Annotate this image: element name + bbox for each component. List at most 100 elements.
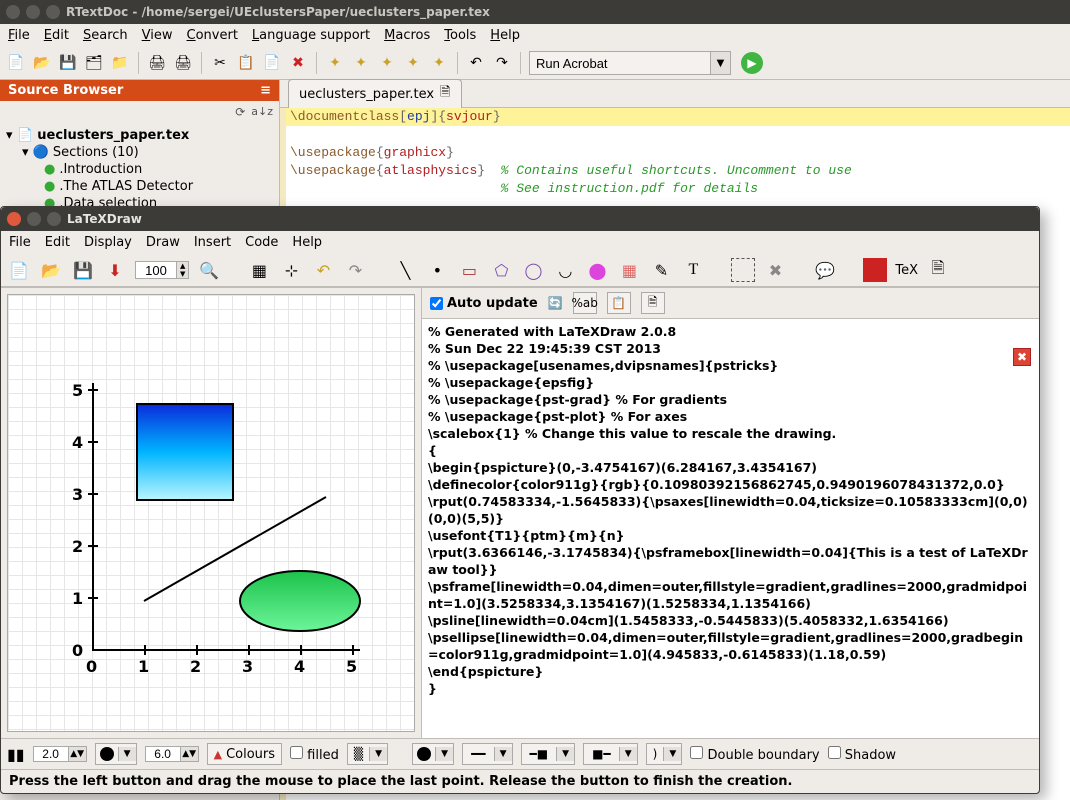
save-icon[interactable]: 💾 xyxy=(71,258,95,282)
stop-icon[interactable] xyxy=(863,258,887,282)
run-combo[interactable]: ▼ xyxy=(529,51,731,75)
zoom-input[interactable] xyxy=(136,263,176,278)
saveall-icon[interactable]: 🗂 xyxy=(84,53,104,73)
ldw-menu-display[interactable]: Display xyxy=(84,235,132,250)
ldw-menu-code[interactable]: Code xyxy=(245,235,278,250)
ldw-menu-insert[interactable]: Insert xyxy=(194,235,231,250)
menu-convert[interactable]: Convert xyxy=(187,28,238,43)
linewidth-input[interactable] xyxy=(34,747,68,761)
ab-button[interactable]: %ab xyxy=(573,292,597,314)
menu-help[interactable]: Help xyxy=(490,28,520,43)
panel-close-icon[interactable]: ✖ xyxy=(1013,348,1031,366)
wand1-icon[interactable]: ✦ xyxy=(325,53,345,73)
window-max-icon[interactable] xyxy=(47,212,61,226)
props-icon[interactable]: 💬 xyxy=(813,258,837,282)
line-tool-icon[interactable]: ╲ xyxy=(393,258,417,282)
menu-search[interactable]: Search xyxy=(83,28,128,43)
shape-ellipse[interactable] xyxy=(240,571,360,631)
wand3-icon[interactable]: ✦ xyxy=(377,53,397,73)
dot-tool-icon[interactable]: • xyxy=(425,258,449,282)
zoom-spinner[interactable]: ▲▼ xyxy=(135,261,189,279)
window-min-icon[interactable] xyxy=(27,212,41,226)
menu-macros[interactable]: Macros xyxy=(384,28,430,43)
ldw-menu-edit[interactable]: Edit xyxy=(45,235,70,250)
rtd-titlebar: RTextDoc - /home/sergei/UEclustersPaper/… xyxy=(0,0,1070,24)
select-tool-icon[interactable] xyxy=(731,258,755,282)
ellipse-tool-icon[interactable]: ◯ xyxy=(521,258,545,282)
arc-tool-icon[interactable]: ◡ xyxy=(553,258,577,282)
delete-icon[interactable]: ✖ xyxy=(288,53,308,73)
arrow-right-picker[interactable]: ■━▼ xyxy=(583,743,638,765)
chevron-down-icon[interactable]: ▼ xyxy=(710,52,730,74)
hatch-icon[interactable]: ▮▮ xyxy=(7,745,25,764)
window-min-icon[interactable] xyxy=(26,5,40,19)
shadow-checkbox[interactable]: Shadow xyxy=(828,746,896,763)
run-button[interactable]: ▶ xyxy=(741,52,763,74)
drawing-canvas[interactable]: 0 1 2 3 4 5 0 1 2 3 4 5 xyxy=(7,294,415,732)
zoom-icon[interactable]: 🔍 xyxy=(197,258,221,282)
double-checkbox[interactable]: Double boundary xyxy=(690,746,819,763)
run-input[interactable] xyxy=(530,54,710,73)
new-icon[interactable]: 📄 xyxy=(7,258,31,282)
cut-icon[interactable]: ✂ xyxy=(210,53,230,73)
folder-icon[interactable]: 📁 xyxy=(110,53,130,73)
axes-icon[interactable]: ⊹ xyxy=(279,258,303,282)
new-icon[interactable]: 📄 xyxy=(6,53,26,73)
wand5-icon[interactable]: ✦ xyxy=(429,53,449,73)
grid2-icon[interactable]: ▦ xyxy=(617,258,641,282)
source-tree[interactable]: ▾ 📄 ueclusters_paper.tex ▾ 🔵 Sections (1… xyxy=(0,123,279,216)
window-max-icon[interactable] xyxy=(46,5,60,19)
code-output[interactable]: % Generated with LaTeXDraw 2.0.8 % Sun D… xyxy=(422,319,1039,738)
auto-update-checkbox[interactable]: Auto update xyxy=(430,296,538,311)
copy-code-icon2[interactable]: 🗎 xyxy=(641,292,665,314)
pdf-icon[interactable]: ⬇ xyxy=(103,258,127,282)
refresh-icon[interactable]: ⟳ xyxy=(235,105,245,119)
wand2-icon[interactable]: ✦ xyxy=(351,53,371,73)
fillcolor-picker[interactable]: ▼ xyxy=(412,743,454,765)
bracket-picker[interactable]: )▼ xyxy=(646,743,683,765)
linecolor-picker[interactable]: ▼ xyxy=(95,743,137,765)
menu-tools[interactable]: Tools xyxy=(444,28,476,43)
copy-icon[interactable]: 📋 xyxy=(236,53,256,73)
panel-menu-icon[interactable]: ≡ xyxy=(260,83,271,98)
window-close-icon[interactable] xyxy=(7,212,21,226)
rect-tool-icon[interactable]: ▭ xyxy=(457,258,481,282)
print-icon[interactable]: 🖨 xyxy=(147,53,167,73)
sort-icon[interactable]: a↓z xyxy=(251,105,273,119)
menu-edit[interactable]: Edit xyxy=(44,28,69,43)
delete-tool-icon[interactable]: ✖ xyxy=(763,258,787,282)
open-icon[interactable]: 📂 xyxy=(32,53,52,73)
poly-tool-icon[interactable]: ⬠ xyxy=(489,258,513,282)
paste-icon[interactable]: 📄 xyxy=(262,53,282,73)
wand4-icon[interactable]: ✦ xyxy=(403,53,423,73)
copy-code-icon[interactable]: 📋 xyxy=(607,292,631,314)
filled-checkbox[interactable]: filled xyxy=(290,746,339,763)
export-icon[interactable]: 🗎 xyxy=(926,258,950,282)
arrow-left-picker[interactable]: ━■▼ xyxy=(521,743,576,765)
editor-tab[interactable]: ueclusters_paper.tex🗎 xyxy=(288,79,462,108)
ldw-menu-draw[interactable]: Draw xyxy=(146,235,180,250)
freehand-tool-icon[interactable]: ✎ xyxy=(649,258,673,282)
colours-button[interactable]: ▲Colours xyxy=(207,743,282,765)
menu-file[interactable]: File xyxy=(8,28,30,43)
ldw-undo-icon[interactable]: ↶ xyxy=(311,258,335,282)
bezier-tool-icon[interactable]: ⬤ xyxy=(585,258,609,282)
undo-icon[interactable]: ↶ xyxy=(466,53,486,73)
linestyle-picker[interactable]: ━━▼ xyxy=(462,743,512,765)
ldw-redo-icon[interactable]: ↷ xyxy=(343,258,367,282)
menu-view[interactable]: View xyxy=(142,28,173,43)
redo-icon[interactable]: ↷ xyxy=(492,53,512,73)
grid-icon[interactable]: ▦ xyxy=(247,258,271,282)
reload-icon[interactable]: 🔄 xyxy=(548,296,563,310)
open-icon[interactable]: 📂 xyxy=(39,258,63,282)
window-close-icon[interactable] xyxy=(6,5,20,19)
ldw-menu-file[interactable]: File xyxy=(9,235,31,250)
ldw-menu-help[interactable]: Help xyxy=(292,235,322,250)
v2-input[interactable] xyxy=(146,747,180,761)
save-icon[interactable]: 💾 xyxy=(58,53,78,73)
text-tool-icon[interactable]: T xyxy=(681,258,705,282)
tex-button[interactable]: TeX xyxy=(895,263,918,278)
hatch-picker[interactable]: ▒▼ xyxy=(347,743,388,765)
menu-lang[interactable]: Language support xyxy=(252,28,370,43)
print2-icon[interactable]: 🖨 xyxy=(173,53,193,73)
